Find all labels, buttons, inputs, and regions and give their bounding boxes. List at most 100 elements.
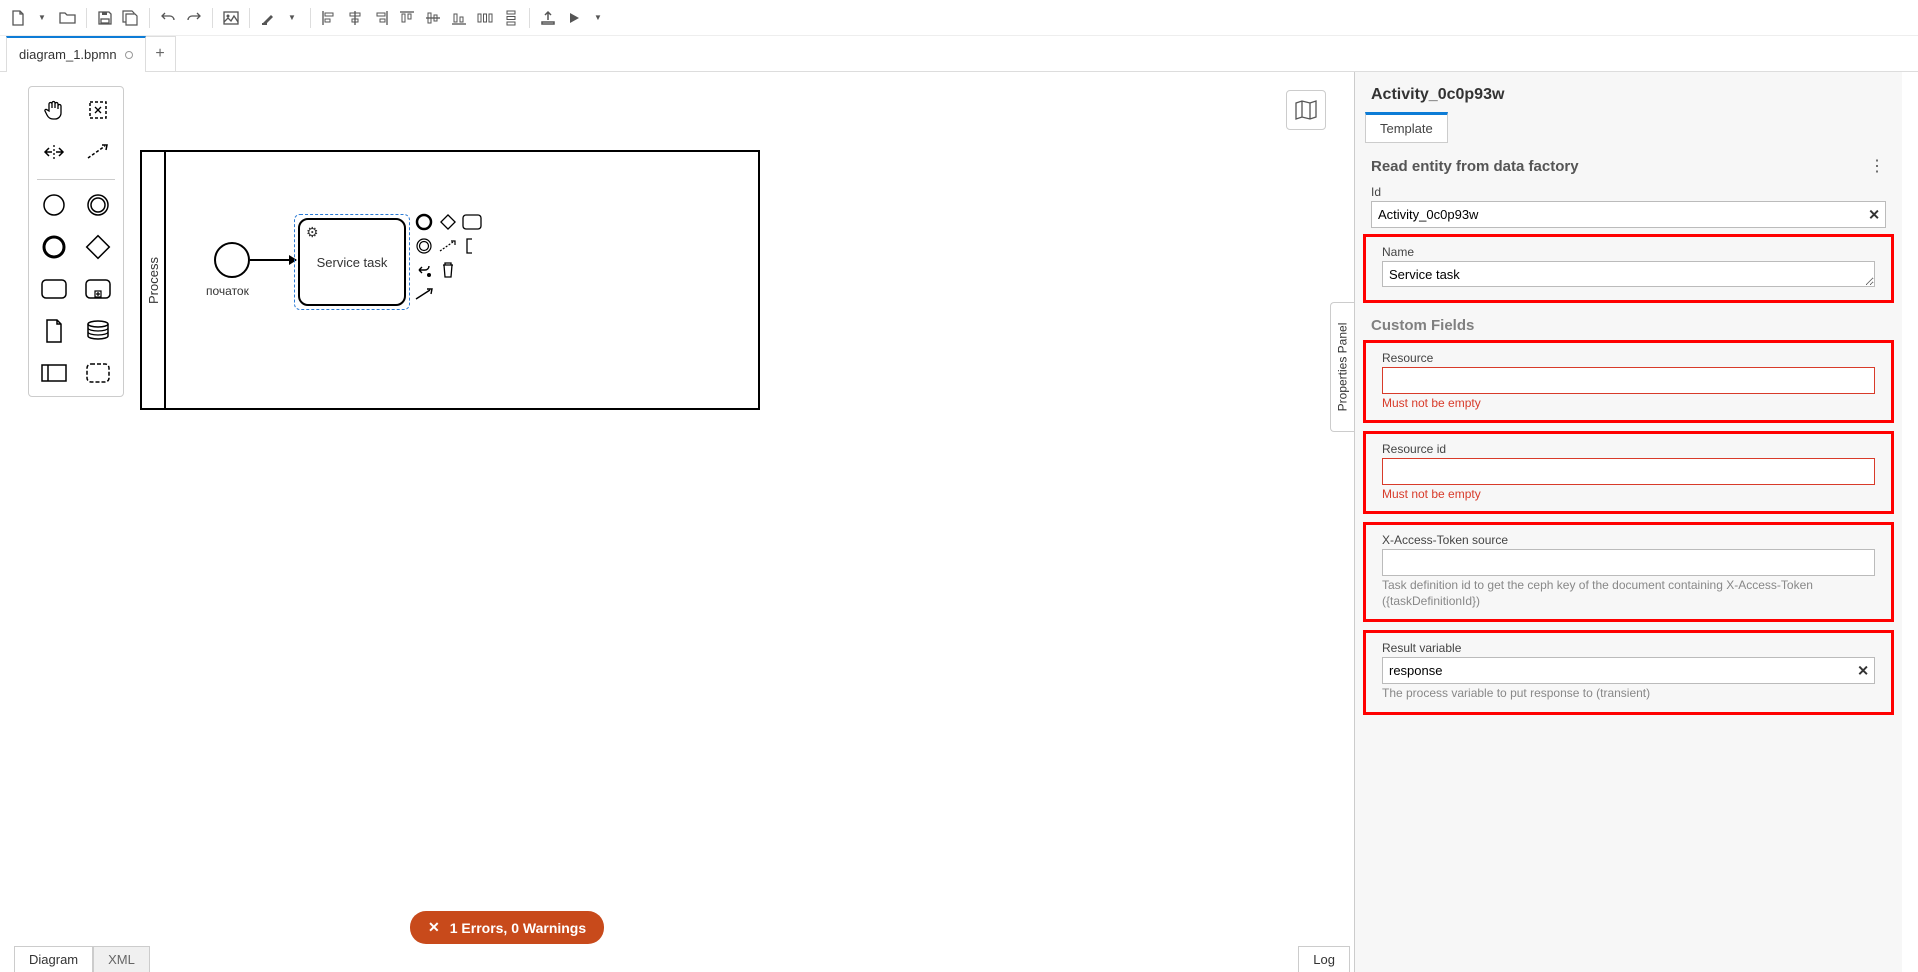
- token-input[interactable]: [1382, 549, 1875, 576]
- field-resource: Resource Must not be empty: [1366, 347, 1891, 412]
- gear-icon: ⚙: [306, 224, 319, 241]
- element-id-title: Activity_0c0p93w: [1355, 72, 1902, 112]
- problems-text: 1 Errors, 0 Warnings: [450, 920, 586, 936]
- clear-icon[interactable]: ✕: [1868, 206, 1880, 223]
- properties-panel: Activity_0c0p93w Template Read entity fr…: [1354, 72, 1902, 972]
- add-tab-button[interactable]: +: [146, 36, 176, 72]
- lane-header[interactable]: Process: [142, 152, 166, 408]
- new-file-caret-icon[interactable]: ▼: [30, 6, 54, 30]
- align-top-icon[interactable]: [395, 6, 419, 30]
- id-input[interactable]: [1371, 201, 1886, 228]
- resource-error: Must not be empty: [1382, 396, 1875, 410]
- data-object-tool-icon[interactable]: [39, 316, 69, 346]
- start-event[interactable]: [214, 242, 250, 278]
- space-tool-icon[interactable]: [39, 137, 69, 167]
- separator: [212, 8, 213, 28]
- dirty-indicator-icon: [125, 51, 133, 59]
- scrollbar-track[interactable]: [1902, 72, 1918, 972]
- map-icon: [1294, 99, 1318, 121]
- field-resource-id: Resource id Must not be empty: [1366, 438, 1891, 503]
- field-token: X-Access-Token source Task definition id…: [1366, 529, 1891, 611]
- color-caret-icon[interactable]: ▼: [280, 6, 304, 30]
- task-label: Service task: [317, 255, 388, 270]
- name-label: Name: [1382, 245, 1875, 259]
- change-type-icon[interactable]: [414, 260, 434, 280]
- clear-icon[interactable]: ✕: [1857, 662, 1869, 679]
- minimap-toggle[interactable]: [1286, 90, 1326, 130]
- canvas[interactable]: Process початок ⚙ Service task: [0, 72, 1354, 972]
- data-store-tool-icon[interactable]: [83, 316, 113, 346]
- align-left-icon[interactable]: [317, 6, 341, 30]
- task-tool-icon[interactable]: [39, 274, 69, 304]
- redo-icon[interactable]: [182, 6, 206, 30]
- distribute-h-icon[interactable]: [473, 6, 497, 30]
- properties-panel-collapse-tab[interactable]: Properties Panel: [1330, 302, 1354, 432]
- append-gateway-icon[interactable]: [438, 212, 458, 232]
- gateway-tool-icon[interactable]: [83, 232, 113, 262]
- run-caret-icon[interactable]: ▼: [586, 6, 610, 30]
- delete-icon[interactable]: [438, 260, 458, 280]
- append-message-flow-icon[interactable]: [438, 236, 458, 256]
- new-file-icon[interactable]: [6, 6, 30, 30]
- align-bottom-icon[interactable]: [447, 6, 471, 30]
- open-icon[interactable]: [56, 6, 80, 30]
- align-center-icon[interactable]: [343, 6, 367, 30]
- align-middle-icon[interactable]: [421, 6, 445, 30]
- subprocess-tool-icon[interactable]: [83, 274, 113, 304]
- name-input[interactable]: [1382, 261, 1875, 287]
- align-right-icon[interactable]: [369, 6, 393, 30]
- connect-icon[interactable]: [414, 284, 434, 304]
- tab-log[interactable]: Log: [1298, 946, 1350, 972]
- append-text-annotation-icon[interactable]: [462, 236, 482, 256]
- intermediate-event-tool-icon[interactable]: [83, 190, 113, 220]
- connect-tool-icon[interactable]: [83, 137, 113, 167]
- tab-diagram[interactable]: Diagram: [14, 946, 93, 972]
- kebab-menu-icon[interactable]: ⋮: [1868, 157, 1886, 175]
- image-export-icon[interactable]: [219, 6, 243, 30]
- separator: [529, 8, 530, 28]
- pool-tool-icon[interactable]: [39, 358, 69, 388]
- distribute-v-icon[interactable]: [499, 6, 523, 30]
- field-id: Id ✕: [1355, 181, 1902, 230]
- end-event-tool-icon[interactable]: [39, 232, 69, 262]
- sequence-flow[interactable]: [250, 259, 296, 261]
- color-icon[interactable]: [256, 6, 280, 30]
- append-end-event-icon[interactable]: [414, 212, 434, 232]
- resource-label: Resource: [1382, 351, 1875, 365]
- resource-id-error: Must not be empty: [1382, 487, 1875, 501]
- highlight-box-name: Name: [1363, 234, 1894, 303]
- undo-icon[interactable]: [156, 6, 180, 30]
- tab-template[interactable]: Template: [1365, 112, 1448, 143]
- result-input[interactable]: [1382, 657, 1875, 684]
- lane-body[interactable]: початок ⚙ Service task: [166, 152, 758, 408]
- lasso-tool-icon[interactable]: [83, 95, 113, 125]
- tab-xml[interactable]: XML: [93, 946, 150, 972]
- file-tab-active[interactable]: diagram_1.bpmn: [6, 36, 146, 72]
- highlight-box-resource-id: Resource id Must not be empty: [1363, 431, 1894, 514]
- highlight-box-token: X-Access-Token source Task definition id…: [1363, 522, 1894, 622]
- separator: [86, 8, 87, 28]
- file-tab-label: diagram_1.bpmn: [19, 47, 117, 62]
- palette-separator: [37, 179, 115, 180]
- start-event-tool-icon[interactable]: [39, 190, 69, 220]
- run-icon[interactable]: [562, 6, 586, 30]
- vtab-label: Properties Panel: [1336, 323, 1350, 412]
- bpmn-pool[interactable]: Process початок ⚙ Service task: [140, 150, 760, 410]
- bottom-tabs: Diagram XML: [14, 946, 150, 972]
- problems-pill[interactable]: ✕ 1 Errors, 0 Warnings: [410, 911, 604, 944]
- save-icon[interactable]: [93, 6, 117, 30]
- service-task[interactable]: ⚙ Service task: [298, 218, 406, 306]
- highlight-box-resource: Resource Must not be empty: [1363, 340, 1894, 423]
- group-tool-icon[interactable]: [83, 358, 113, 388]
- resource-id-label: Resource id: [1382, 442, 1875, 456]
- resource-input[interactable]: [1382, 367, 1875, 394]
- hand-tool-icon[interactable]: [39, 95, 69, 125]
- resource-id-input[interactable]: [1382, 458, 1875, 485]
- append-intermediate-event-icon[interactable]: [414, 236, 434, 256]
- append-task-icon[interactable]: [462, 212, 482, 232]
- field-name: Name: [1366, 241, 1891, 292]
- save-all-icon[interactable]: [119, 6, 143, 30]
- main-toolbar: ▼ ▼ ▼: [0, 0, 1918, 36]
- deploy-icon[interactable]: [536, 6, 560, 30]
- id-label: Id: [1371, 185, 1886, 199]
